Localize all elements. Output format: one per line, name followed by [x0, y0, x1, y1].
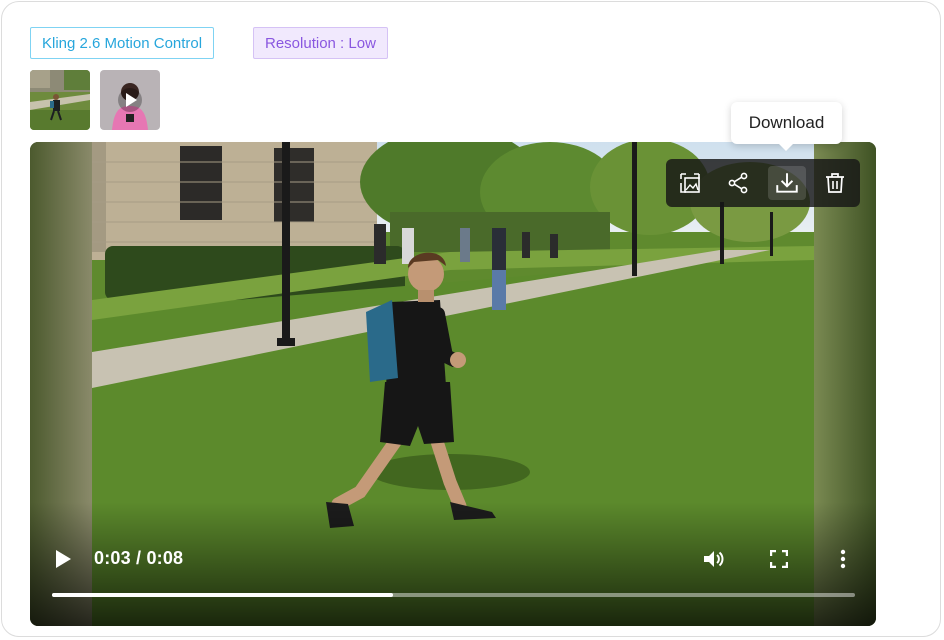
video-action-toolbar: [666, 159, 860, 207]
model-tag: Kling 2.6 Motion Control: [30, 27, 215, 59]
reference-image-thumbnail[interactable]: [30, 70, 90, 130]
play-button[interactable]: [52, 548, 74, 570]
download-tooltip: Download: [731, 102, 842, 151]
volume-icon: [704, 551, 724, 567]
fullscreen-button[interactable]: [767, 547, 791, 571]
reference-image-icon: [680, 173, 700, 193]
delete-icon: [826, 173, 844, 193]
image-thumbnail-icon: [30, 70, 90, 130]
progress-bar[interactable]: [52, 593, 855, 597]
delete-button[interactable]: [816, 166, 854, 200]
more-options-button[interactable]: [832, 546, 854, 572]
share-button[interactable]: [719, 166, 757, 200]
reference-image-button[interactable]: [671, 166, 709, 200]
fullscreen-icon: [770, 550, 788, 568]
time-separator: /: [136, 548, 147, 568]
current-time: 0:03: [94, 548, 131, 568]
progress-played: [52, 593, 394, 597]
duration: 0:08: [146, 548, 184, 568]
volume-button[interactable]: [700, 546, 726, 572]
download-icon: [776, 173, 798, 193]
share-icon: [728, 172, 748, 194]
more-vertical-icon: [840, 549, 846, 569]
download-button[interactable]: [768, 166, 806, 200]
motion-video-thumbnail[interactable]: [100, 70, 160, 130]
video-thumbnail-play-icon: [100, 70, 160, 130]
resolution-tag: Resolution : Low: [253, 27, 388, 59]
play-icon: [56, 550, 71, 568]
time-display: 0:03 / 0:08: [94, 548, 183, 569]
